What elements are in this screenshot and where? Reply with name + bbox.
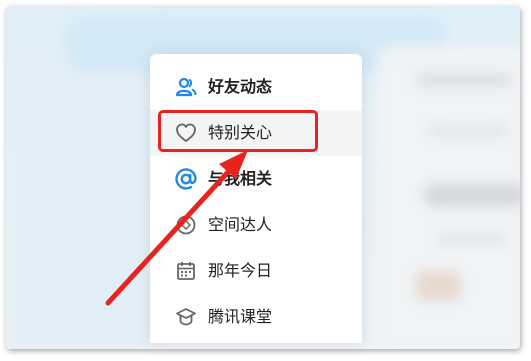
blurred-content-bar	[416, 74, 511, 86]
menu-item-label: 那年今日	[208, 261, 273, 280]
menu-item-label: 空间达人	[208, 215, 273, 234]
at-icon	[174, 167, 198, 191]
menu-item-space-expert[interactable]: 空间达人	[150, 202, 362, 248]
annotation-highlight-box	[158, 110, 318, 152]
blurred-content-bar	[436, 234, 506, 244]
menu-item-this-day-in-history[interactable]: 那年今日	[150, 248, 362, 294]
menu-item-tencent-classroom[interactable]: 腾讯课堂	[150, 294, 362, 340]
menu-item-label: 腾讯课堂	[208, 307, 273, 326]
graduation-cap-icon	[174, 305, 198, 329]
menu-item-related-to-me[interactable]: 与我相关	[150, 156, 362, 202]
blurred-content-bar	[424, 184, 520, 206]
blurred-content-thumbnail	[416, 271, 461, 301]
calendar-icon	[174, 259, 198, 283]
badge-icon	[174, 213, 198, 237]
menu-item-label: 好友动态	[208, 77, 273, 96]
menu-item-friend-feed[interactable]: 好友动态	[150, 64, 362, 110]
side-menu: 好友动态 特别关心 与我相关 空间达人 那年今日 腾讯课堂	[150, 54, 362, 343]
menu-item-label: 与我相关	[208, 169, 273, 188]
blurred-content-bar	[428, 126, 508, 136]
friends-icon	[174, 75, 198, 99]
